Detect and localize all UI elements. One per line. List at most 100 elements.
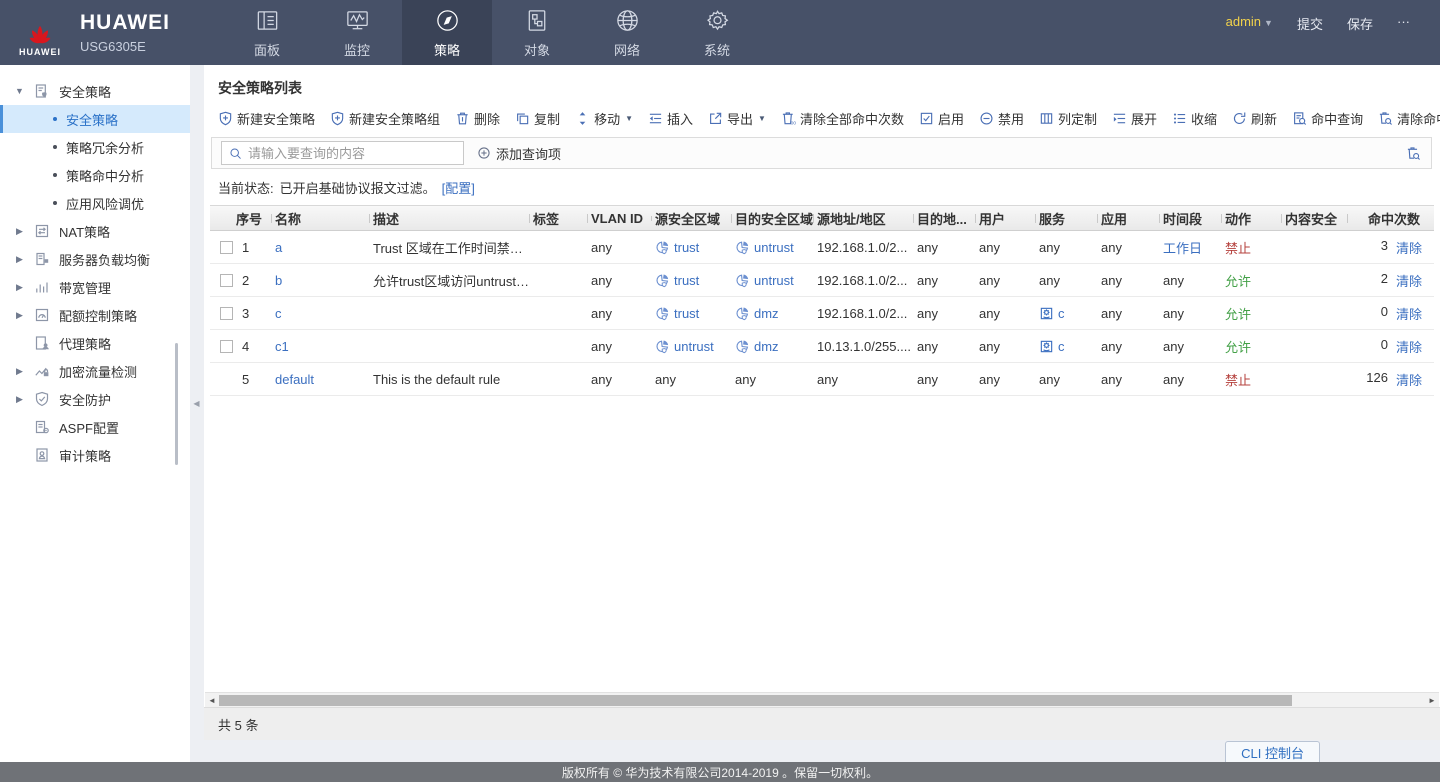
- clear-hits-link[interactable]: 清除: [1396, 238, 1422, 257]
- service-link[interactable]: c: [1058, 306, 1065, 321]
- sidebar-item-audit-policy[interactable]: 审计策略: [0, 441, 190, 469]
- service-link[interactable]: c: [1058, 339, 1065, 354]
- clear-all-hits-button[interactable]: 00清除全部命中次数: [781, 109, 904, 128]
- nat-policy-icon: [34, 223, 50, 239]
- sidebar-item-label: ASPF配置: [59, 418, 119, 437]
- column-header: 序号: [210, 209, 272, 228]
- sidebar-item-security-policy[interactable]: ▼安全策略: [0, 77, 190, 105]
- commit-button[interactable]: 提交: [1297, 14, 1323, 33]
- hit-query-button[interactable]: 命中查询: [1292, 109, 1363, 128]
- tab-label: 监控: [344, 40, 370, 59]
- add-query-button[interactable]: 添加查询项: [477, 144, 561, 163]
- tab-dashboard[interactable]: 面板: [222, 0, 312, 65]
- expand-button[interactable]: 展开: [1112, 109, 1157, 128]
- more-button[interactable]: ···: [1397, 14, 1410, 29]
- column-customize-button[interactable]: 列定制: [1039, 109, 1097, 128]
- trash-search-icon: [1378, 111, 1393, 126]
- device-model: USG6305E: [80, 39, 170, 54]
- policy-name-link[interactable]: c1: [275, 339, 289, 354]
- copy-button[interactable]: 复制: [515, 109, 560, 128]
- move-button[interactable]: 移动▼: [575, 109, 633, 128]
- sidebar-item-policy-hit-analysis[interactable]: 策略命中分析: [0, 161, 190, 189]
- search-bar: 添加查询项: [211, 137, 1432, 169]
- button-label: 列定制: [1058, 109, 1097, 128]
- tree-expanded-icon[interactable]: ▼: [14, 86, 25, 96]
- clear-hits-link[interactable]: 清除: [1396, 337, 1422, 356]
- insert-button[interactable]: 插入: [648, 109, 693, 128]
- tree-collapsed-icon[interactable]: ▶: [14, 310, 25, 321]
- sidebar-item-label: 审计策略: [59, 446, 111, 465]
- row-checkbox[interactable]: [220, 307, 233, 320]
- cell-action: 允许: [1222, 337, 1282, 356]
- refresh-button[interactable]: 刷新: [1232, 109, 1277, 128]
- sidebar-item-nat-policy[interactable]: ▶NAT策略: [0, 217, 190, 245]
- collapse-icon: [1172, 111, 1187, 126]
- src_zone-link[interactable]: untrust: [674, 339, 714, 354]
- sidebar-item-proxy-policy[interactable]: 代理策略: [0, 329, 190, 357]
- cell-seq: 5: [210, 372, 272, 387]
- sidebar-scrollbar-thumb[interactable]: [175, 343, 178, 465]
- cell-src_addr: 192.168.1.0/2...: [814, 273, 914, 288]
- policy-name-link[interactable]: a: [275, 240, 282, 255]
- column-header: VLAN ID: [588, 211, 652, 226]
- page-footer: 版权所有 © 华为技术有限公司2014-2019 。保留一切权利。: [0, 762, 1440, 782]
- scroll-left-arrow[interactable]: ◄: [205, 696, 219, 705]
- sidebar-item-security-policy-list[interactable]: 安全策略: [0, 105, 190, 133]
- sidebar-item-quota-control-policy[interactable]: ▶配额控制策略: [0, 301, 190, 329]
- tree-collapsed-icon[interactable]: ▶: [14, 366, 25, 377]
- sidebar-item-aspf-config[interactable]: ASPF配置: [0, 413, 190, 441]
- tree-collapsed-icon[interactable]: ▶: [14, 394, 25, 405]
- new-policy-group-button[interactable]: 新建安全策略组: [330, 109, 440, 128]
- row-checkbox[interactable]: [220, 340, 233, 353]
- clear-hit-query-button[interactable]: 清除命中查询: [1378, 109, 1440, 128]
- clear-hits-link[interactable]: 清除: [1396, 370, 1422, 389]
- tree-collapsed-icon[interactable]: ▶: [14, 254, 25, 265]
- src_zone-link[interactable]: trust: [674, 240, 699, 255]
- sidebar-item-encrypted-traffic-detection[interactable]: ▶加密流量检测: [0, 357, 190, 385]
- policy-name-link[interactable]: c: [275, 306, 282, 321]
- save-button[interactable]: 保存: [1347, 14, 1373, 33]
- collapse-button[interactable]: 收缩: [1172, 109, 1217, 128]
- disable-button[interactable]: 禁用: [979, 109, 1024, 128]
- clear-hits-link[interactable]: 清除: [1396, 304, 1422, 323]
- row-checkbox[interactable]: [220, 274, 233, 287]
- sidebar-item-bandwidth-management[interactable]: ▶带宽管理: [0, 273, 190, 301]
- tab-monitor[interactable]: 监控: [312, 0, 402, 65]
- tree-collapsed-icon[interactable]: ▶: [14, 226, 25, 237]
- tree-collapsed-icon[interactable]: ▶: [14, 282, 25, 293]
- scrollbar-track[interactable]: [219, 694, 1425, 707]
- clear-query-icon[interactable]: [1406, 146, 1421, 161]
- tab-network[interactable]: 网络: [582, 0, 672, 65]
- tab-policy[interactable]: 策略: [402, 0, 492, 65]
- sidebar-item-policy-redundancy-analysis[interactable]: 策略冗余分析: [0, 133, 190, 161]
- configure-link[interactable]: [配置]: [442, 178, 475, 197]
- cell-dst_zone: dmz: [732, 306, 814, 321]
- sidebar-item-security-protection[interactable]: ▶安全防护: [0, 385, 190, 413]
- time-range-link[interactable]: 工作日: [1163, 241, 1202, 256]
- scroll-right-arrow[interactable]: ►: [1425, 696, 1439, 705]
- user-menu[interactable]: admin▼: [1226, 14, 1273, 29]
- sidebar-item-server-load-balance[interactable]: ▶服务器负载均衡: [0, 245, 190, 273]
- export-button[interactable]: 导出▼: [708, 109, 766, 128]
- cell-desc: This is the default rule: [370, 372, 530, 387]
- policy-name-link[interactable]: b: [275, 273, 282, 288]
- sidebar-item-app-risk-tuning[interactable]: 应用风险调优: [0, 189, 190, 217]
- cli-console-button[interactable]: CLI 控制台: [1225, 741, 1320, 762]
- sidebar-collapse-handle[interactable]: ◀: [191, 390, 202, 416]
- search-input[interactable]: [248, 146, 456, 161]
- row-checkbox[interactable]: [220, 241, 233, 254]
- src_zone-link[interactable]: trust: [674, 306, 699, 321]
- dst_zone-link[interactable]: dmz: [754, 306, 779, 321]
- scrollbar-thumb[interactable]: [219, 695, 1292, 706]
- tab-object[interactable]: 对象: [492, 0, 582, 65]
- policy-name-link[interactable]: default: [275, 372, 314, 387]
- delete-button[interactable]: 删除: [455, 109, 500, 128]
- enable-button[interactable]: 启用: [919, 109, 964, 128]
- new-policy-button[interactable]: 新建安全策略: [218, 109, 315, 128]
- dst_zone-link[interactable]: dmz: [754, 339, 779, 354]
- tab-system[interactable]: 系统: [672, 0, 762, 65]
- src_zone-link[interactable]: trust: [674, 273, 699, 288]
- dst_zone-link[interactable]: untrust: [754, 273, 794, 288]
- clear-hits-link[interactable]: 清除: [1396, 271, 1422, 290]
- dst_zone-link[interactable]: untrust: [754, 240, 794, 255]
